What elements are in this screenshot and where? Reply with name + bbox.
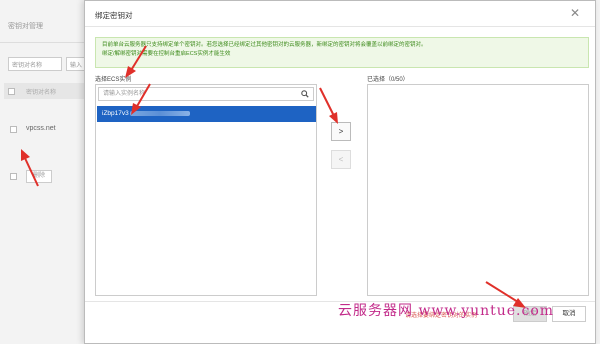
watermark: 云服务器网 www.yuntue.com bbox=[338, 303, 555, 319]
background-header-checkbox[interactable] bbox=[8, 88, 15, 95]
notice-line-1: 目前单台云服务器只支持绑定单个密钥对。若您选择已经绑定过其他密钥对的云服务器，新… bbox=[102, 42, 427, 48]
annotation-arrow-row bbox=[21, 149, 39, 187]
close-icon[interactable]: ✕ bbox=[569, 7, 581, 19]
background-row-checkbox[interactable] bbox=[10, 126, 17, 133]
background-footer-checkbox[interactable] bbox=[10, 173, 17, 180]
selected-instance-list bbox=[367, 84, 589, 296]
background-divider bbox=[0, 42, 86, 43]
search-icon[interactable] bbox=[301, 90, 309, 98]
notice-line-2: 绑定/解绑密钥对需要在控制台重启ECS实例才能生效 bbox=[102, 50, 231, 57]
annotation-arrow-move-right bbox=[319, 87, 338, 124]
move-left-button[interactable]: < bbox=[331, 150, 351, 169]
background-title: 密钥对管理 bbox=[8, 23, 43, 30]
dialog-title: 绑定密钥对 bbox=[95, 11, 133, 20]
background-filter-input[interactable]: 输入 bbox=[66, 57, 86, 71]
background-row-name: vpcss.net bbox=[26, 125, 56, 132]
annotation-arrow-ecs-label bbox=[125, 45, 147, 78]
background-filter-select[interactable]: 密钥对名称 bbox=[8, 57, 62, 71]
background-header-label: 密钥对名称 bbox=[26, 90, 57, 96]
instance-name: iZbp17v3 bbox=[102, 110, 129, 117]
selected-list-label: 已选择（0/50） bbox=[367, 77, 409, 83]
notice-banner: 目前单台云服务器只支持绑定单个密钥对。若您选择已经绑定过其他密钥对的云服务器，新… bbox=[95, 37, 589, 68]
annotation-arrow-instance bbox=[131, 83, 151, 115]
cancel-button[interactable]: 取消 bbox=[552, 306, 586, 322]
dialog-header-divider bbox=[85, 26, 595, 27]
